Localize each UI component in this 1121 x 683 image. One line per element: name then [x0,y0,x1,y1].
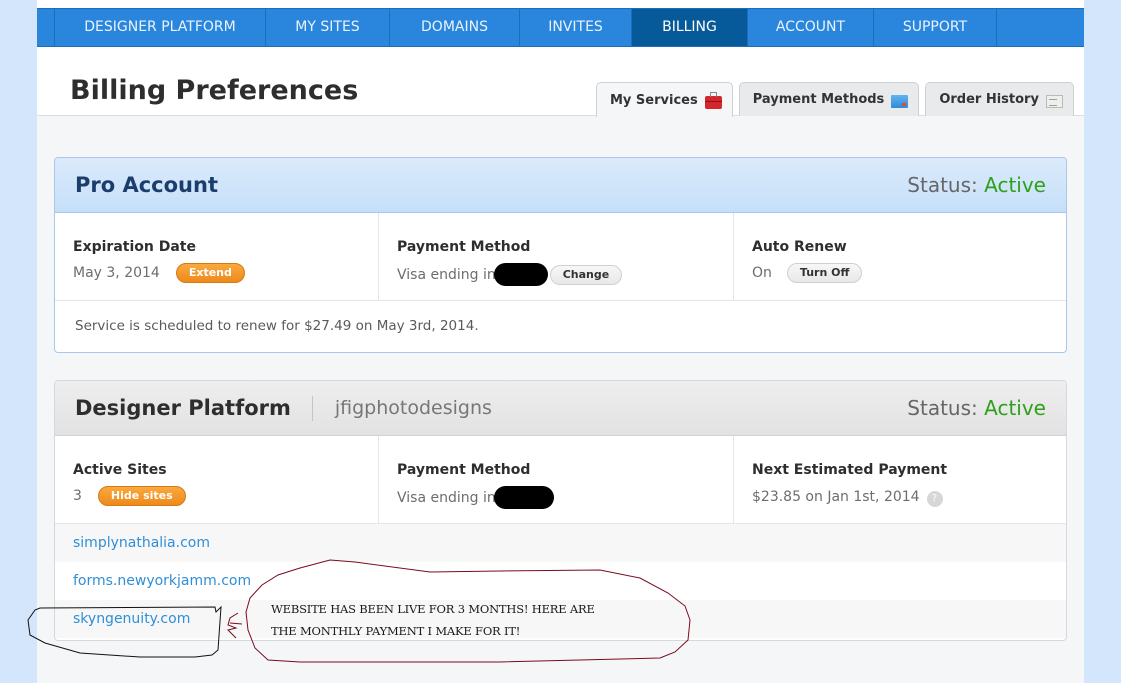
page-container: DESIGNER PLATFORM MY SITES DOMAINS INVIT… [37,0,1084,683]
renewal-note: Service is scheduled to renew for $27.49… [75,318,479,334]
next-payment-label: Next Estimated Payment [752,462,948,478]
receipt-icon [1045,95,1063,108]
payment-method-column: Payment Method Visa ending in [379,436,734,523]
active-sites-label: Active Sites [73,462,167,478]
expiration-label: Expiration Date [73,239,196,255]
site-row: simplynathalia.com [55,524,1066,562]
tab-order-history[interactable]: Order History [925,82,1074,116]
tab-payment-methods[interactable]: Payment Methods [738,82,920,116]
page-title: Billing Preferences [70,75,359,106]
change-payment-button[interactable]: Change [549,264,623,285]
status-label: Status: [907,396,978,420]
nav-item-account[interactable]: ACCOUNT [748,9,874,46]
site-link[interactable]: forms.newyorkjamm.com [73,573,251,589]
expiration-column: Expiration Date May 3, 2014 Extend [55,213,379,300]
nav-item-designer-platform[interactable]: DESIGNER PLATFORM [55,9,266,46]
expiration-date: May 3, 2014 [73,265,160,281]
tab-label: My Services [610,92,698,108]
status-badge: Status: Active [907,173,1046,197]
nav-spacer [37,9,55,46]
status-badge: Status: Active [907,396,1046,420]
auto-renew-value: On [752,265,772,281]
status-label: Status: [907,173,978,197]
hide-sites-button[interactable]: Hide sites [97,486,186,506]
nav-item-my-sites[interactable]: MY SITES [266,9,390,46]
payment-method-column: Payment Method Visa ending in Change [379,213,734,300]
billing-tabs: My Services Payment Methods Order Histor… [596,82,1074,117]
site-row: forms.newyorkjamm.com [55,562,1066,600]
account-name: jfigphotodesigns [311,395,492,421]
payment-method-value: Visa ending in [397,489,496,506]
pro-account-card: Pro Account Status: Active Expiration Da… [54,157,1067,353]
active-sites-column: Active Sites 3 Hide sites [55,436,379,523]
annotation-line: THE MONTHLY PAYMENT I MAKE FOR IT! [271,624,521,638]
annotation-note: WEBSITE HAS BEEN LIVE FOR 3 MONTHS! HERE… [271,598,651,642]
next-payment-column: Next Estimated Payment $23.85 on Jan 1st… [734,436,1066,523]
toolbox-icon [704,91,722,109]
payment-method-label: Payment Method [397,239,531,255]
next-payment-value: $23.85 on Jan 1st, 2014 [752,488,920,505]
redacted-card-number [493,263,548,286]
site-link[interactable]: skyngenuity.com [73,611,190,627]
pro-account-details: Expiration Date May 3, 2014 Extend Payme… [55,213,1066,301]
nav-item-invites[interactable]: INVITES [520,9,632,46]
turn-off-button[interactable]: Turn Off [786,263,863,283]
card-title: Pro Account [75,173,219,197]
designer-platform-details: Active Sites 3 Hide sites Payment Method… [55,436,1066,524]
redacted-card-number [493,486,554,509]
auto-renew-column: Auto Renew On Turn Off [734,213,1066,300]
extend-button[interactable]: Extend [175,263,245,283]
credit-card-icon [891,95,909,108]
status-value: Active [984,173,1046,197]
auto-renew-label: Auto Renew [752,239,847,255]
status-value: Active [984,396,1046,420]
site-link[interactable]: simplynathalia.com [73,535,210,551]
annotation-line: WEBSITE HAS BEEN LIVE FOR 3 MONTHS! HERE… [271,602,595,616]
payment-method-value: Visa ending in [397,266,496,283]
card-title: Designer Platform [75,396,291,420]
active-sites-count: 3 [73,488,82,504]
nav-item-support[interactable]: SUPPORT [874,9,997,46]
payment-method-label: Payment Method [397,462,531,478]
pro-account-header: Pro Account Status: Active [55,158,1066,213]
tab-label: Order History [939,92,1039,107]
tab-my-services[interactable]: My Services [596,82,733,117]
tab-label: Payment Methods [752,92,885,107]
designer-platform-header: Designer Platform jfigphotodesigns Statu… [55,381,1066,436]
nav-item-billing[interactable]: BILLING [632,9,748,46]
nav-item-domains[interactable]: DOMAINS [390,9,520,46]
help-icon[interactable]: ? [926,491,943,507]
main-nav: DESIGNER PLATFORM MY SITES DOMAINS INVIT… [37,8,1084,47]
